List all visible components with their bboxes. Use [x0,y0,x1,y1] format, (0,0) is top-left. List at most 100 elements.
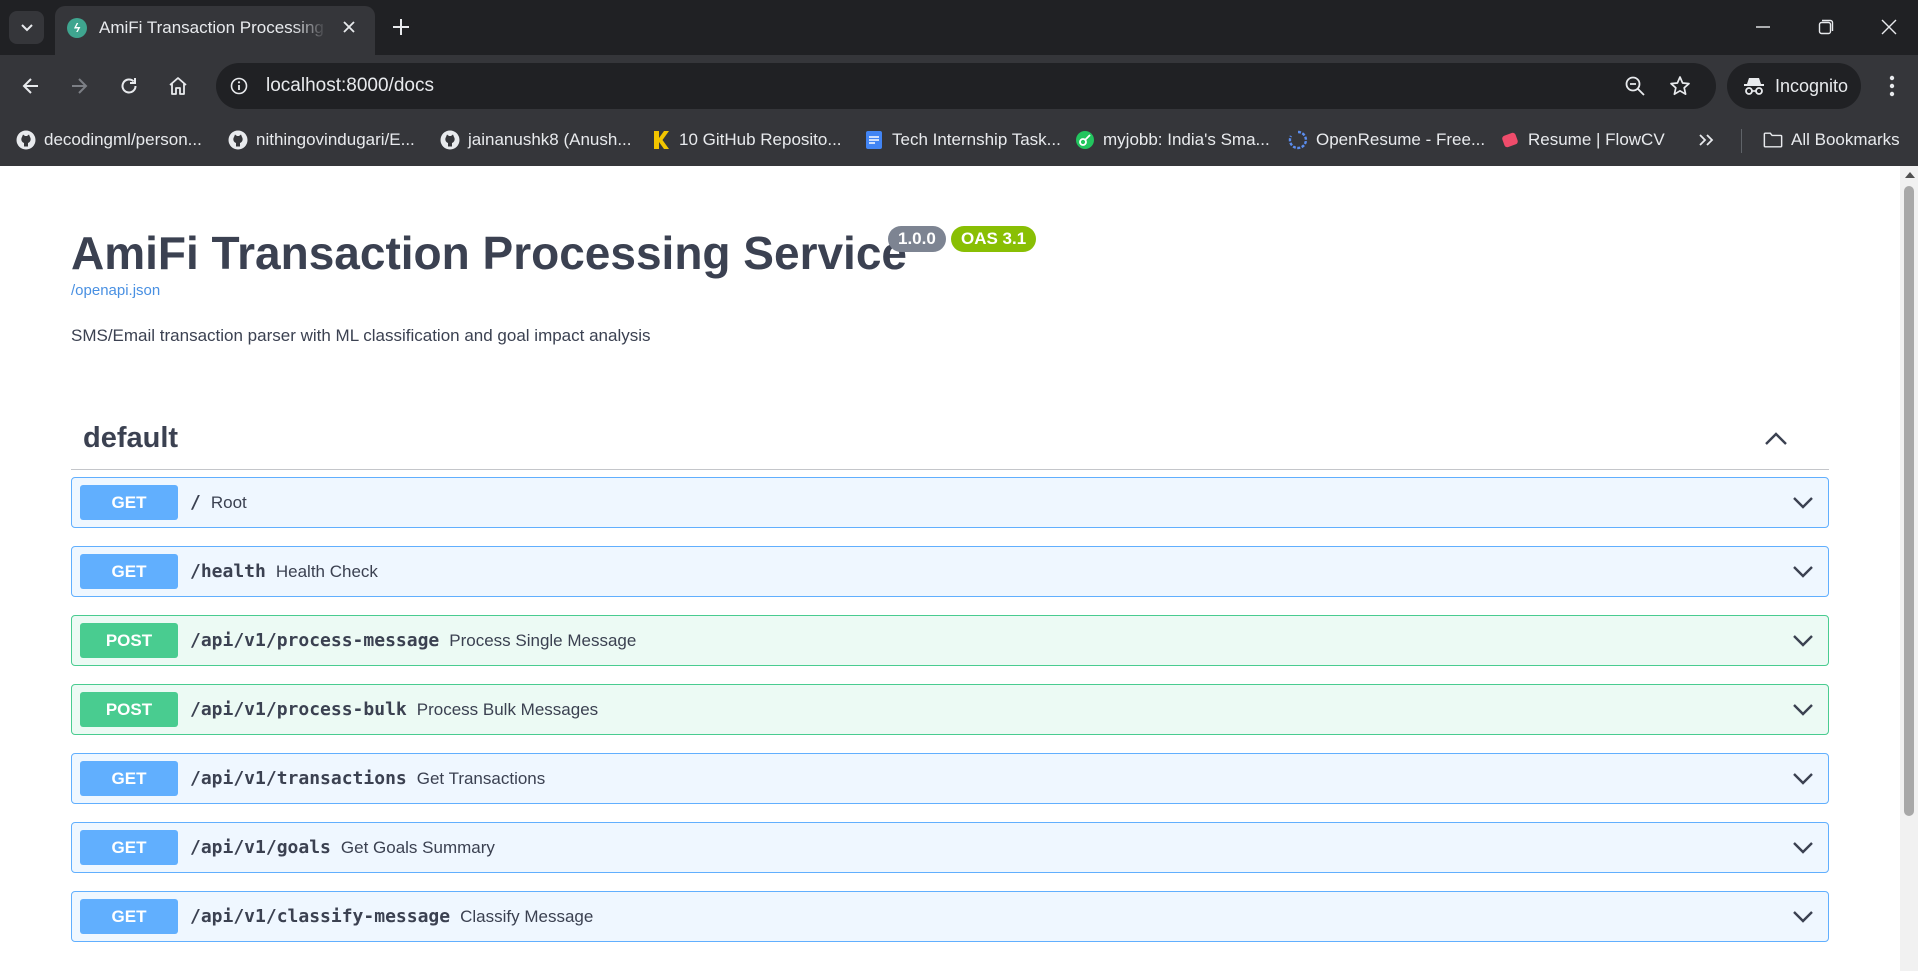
operation-expand-button[interactable] [1790,904,1816,930]
bookmarks-overflow-button[interactable] [1697,126,1715,154]
tab-title: AmiFi Transaction Processing Service - S… [99,18,327,37]
all-bookmarks-button[interactable]: All Bookmarks [1763,126,1900,154]
operation-expand-button[interactable] [1790,835,1816,861]
bookmark-item[interactable]: 10 GitHub Reposito... [651,126,842,154]
url-text[interactable]: localhost:8000/docs [266,76,434,96]
bookmarks-divider [1741,129,1742,153]
scroll-up-arrow-icon[interactable] [1905,172,1915,178]
home-button[interactable] [163,71,193,101]
operation-post-process-message[interactable]: POST /api/v1/process-message Process Sing… [71,615,1829,666]
scrollbar-thumb[interactable] [1904,186,1914,816]
operation-path: /health [190,561,266,582]
minimize-button[interactable] [1745,10,1781,44]
flowcv-icon [1500,130,1520,150]
operation-path-container: /health Health Check [190,560,378,584]
operation-expand-button[interactable] [1790,490,1816,516]
tab-strip: ϟ AmiFi Transaction Processing Service -… [0,0,1918,55]
operation-post-process-bulk[interactable]: POST /api/v1/process-bulk Process Bulk Me… [71,684,1829,735]
operation-get-transactions[interactable]: GET /api/v1/transactions Get Transactions [71,753,1829,804]
operation-expand-button[interactable] [1790,559,1816,585]
operation-summary: Process Single Message [449,631,637,650]
operation-expand-button[interactable] [1790,697,1816,723]
bookmark-item[interactable]: decodingml/person... [16,126,202,154]
method-badge: GET [80,485,178,520]
tag-name: default [83,422,179,454]
operation-get-goals[interactable]: GET /api/v1/goals Get Goals Summary [71,822,1829,873]
swagger-page: AmiFi Transaction Processing Service 1.0… [0,166,1900,971]
zoom-button[interactable] [1623,74,1647,98]
reload-button[interactable] [114,71,144,101]
bookmark-item[interactable]: Resume | FlowCV [1500,126,1665,154]
forward-button[interactable] [64,71,94,101]
api-description: SMS/Email transaction parser with ML cla… [71,326,651,345]
operation-summary: Health Check [275,562,378,581]
openapi-spec-link[interactable]: /openapi.json [71,282,160,299]
operation-expand-button[interactable] [1790,628,1816,654]
operation-path-container: /api/v1/goals Get Goals Summary [190,836,495,860]
reload-icon [121,78,137,94]
method-badge: POST [80,623,178,658]
new-tab-button[interactable] [388,14,414,40]
active-tab[interactable]: ϟ AmiFi Transaction Processing Service -… [55,6,375,55]
minimize-icon [1756,26,1770,28]
page-scrollbar[interactable] [1900,166,1918,971]
operation-path-container: /api/v1/classify-message Classify Message [190,905,593,929]
close-icon [343,21,355,33]
bookmark-item[interactable]: myjobb: India's Sma... [1075,126,1270,154]
zoom-out-icon [1625,76,1645,96]
bookmark-item[interactable]: nithingovindugari/E... [228,126,415,154]
chevron-down-icon [1793,635,1813,647]
operation-expand-button[interactable] [1790,766,1816,792]
chevron-down-icon [1793,842,1813,854]
restore-icon [1818,19,1834,35]
incognito-profile-button[interactable]: Incognito [1727,63,1861,109]
double-chevron-right-icon [1699,134,1714,146]
info-icon [230,77,248,95]
myjobb-icon [1075,130,1095,150]
bookmark-star-button[interactable] [1668,74,1692,98]
operation-get-root[interactable]: GET / Root [71,477,1829,528]
operation-path-container: /api/v1/transactions Get Transactions [190,767,545,791]
close-icon [1881,19,1897,35]
tab-search-button[interactable] [9,11,44,44]
github-icon [228,130,248,150]
more-vertical-icon [1889,75,1895,97]
address-bar[interactable]: localhost:8000/docs [216,63,1716,109]
bookmark-item[interactable]: OpenResume - Free... [1288,126,1485,154]
tag-collapse-button[interactable] [1761,424,1791,454]
operation-summary: Classify Message [460,907,594,926]
folder-icon [1763,130,1783,150]
github-icon [16,130,36,150]
bookmark-item[interactable]: jainanushk8 (Anush... [440,126,632,154]
browser-menu-button[interactable] [1880,71,1904,101]
operation-summary: Get Transactions [416,769,546,788]
close-window-button[interactable] [1871,10,1907,44]
operation-path-container: /api/v1/process-bulk Process Bulk Message… [190,698,598,722]
incognito-label: Incognito [1775,75,1849,96]
site-info-button[interactable] [228,75,250,97]
google-docs-icon [864,130,884,150]
method-badge: GET [80,830,178,865]
operation-path: / [190,492,201,513]
method-badge: POST [80,692,178,727]
bookmarks-bar: decodingml/person... nithingovindugari/E… [0,117,1918,166]
tag-section-header[interactable]: default [71,406,1829,470]
fastapi-favicon-icon: ϟ [67,18,87,38]
operation-summary: Process Bulk Messages [416,700,599,719]
home-icon [169,77,187,95]
operation-get-classify-message[interactable]: GET /api/v1/classify-message Classify Mes… [71,891,1829,942]
tab-close-button[interactable] [338,16,360,38]
chevron-down-icon [1793,773,1813,785]
chevron-down-icon [1793,497,1813,509]
bookmark-item[interactable]: Tech Internship Task... [864,126,1061,154]
version-badge: 1.0.0 [888,226,946,252]
restore-button[interactable] [1808,10,1844,44]
operation-path: /api/v1/transactions [190,768,407,789]
operation-summary: Root [210,493,247,512]
method-badge: GET [80,761,178,796]
arrow-right-icon [72,78,88,94]
operation-get-health[interactable]: GET /health Health Check [71,546,1829,597]
operation-path: /api/v1/goals [190,837,331,858]
plus-icon [393,19,409,35]
back-button[interactable] [16,71,46,101]
